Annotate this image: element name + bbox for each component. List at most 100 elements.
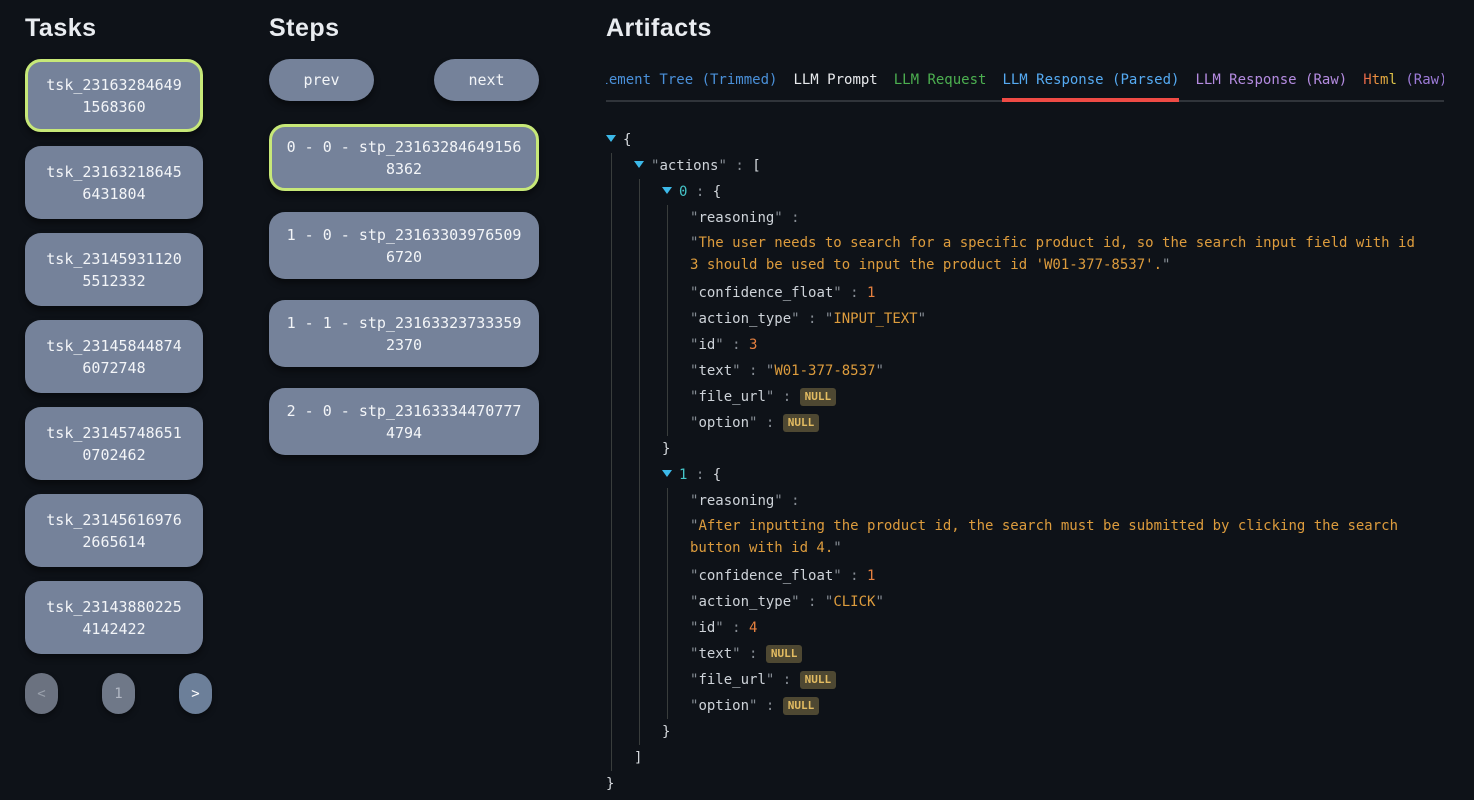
colon: : [774, 389, 799, 405]
step-nav: prev next [269, 59, 539, 101]
json-key: reasoning [698, 210, 774, 226]
task-button[interactable]: tsk_231459311205512332 [25, 233, 203, 306]
task-button[interactable]: tsk_231457486510702462 [25, 407, 203, 480]
colon: : [800, 594, 825, 610]
quote: " [791, 311, 799, 327]
json-string-value: "After inputting the product id, the sea… [690, 514, 1425, 563]
tasks-pagination: < 1 > [25, 673, 212, 714]
colon: : [757, 415, 782, 431]
json-key: text [698, 363, 732, 379]
collapse-arrow-icon[interactable] [606, 130, 623, 151]
json-children: "reasoning" :"After inputting the produc… [667, 488, 1444, 719]
tab-llm-prompt[interactable]: LLM Prompt [793, 68, 877, 102]
task-button[interactable]: tsk_231632186456431804 [25, 146, 203, 219]
quote: " [1162, 257, 1170, 273]
json-key: action_type [698, 311, 791, 327]
artifact-tabs-clip: Element Tree (Trimmed) LLM Prompt LLM Requ… [606, 68, 1444, 102]
quote: " [833, 540, 841, 556]
steps-next-button[interactable]: next [434, 59, 539, 101]
json-row: "text" : "W01-377-8537" [690, 358, 1444, 384]
colon: : [724, 620, 749, 636]
step-button[interactable]: 1 - 0 - stp_231633039765096720 [269, 212, 539, 279]
collapse-arrow-icon[interactable] [634, 156, 651, 177]
null-badge: NULL [766, 645, 803, 663]
json-row: "text" : NULL [690, 641, 1444, 667]
json-tree-viewer: {"actions" : [0 : {"reasoning" :"The use… [606, 127, 1444, 797]
quote: " [875, 363, 883, 379]
colon: : [741, 363, 766, 379]
task-button[interactable]: tsk_231456169762665614 [25, 494, 203, 567]
tab-html-raw[interactable]: Html (Raw) [1363, 68, 1444, 102]
json-row: } [662, 436, 1444, 462]
json-key: text [698, 646, 732, 662]
json-key: confidence_float [698, 568, 833, 584]
json-row: "confidence_float" : 1 [690, 280, 1444, 306]
json-key: actions [659, 158, 718, 174]
json-key: option [698, 698, 749, 714]
json-key: reasoning [698, 493, 774, 509]
artifact-tabs: Element Tree (Trimmed) LLM Prompt LLM Requ… [606, 68, 1444, 102]
quote: " [732, 646, 740, 662]
tab-llm-response-raw[interactable]: LLM Response (Raw) [1195, 68, 1347, 102]
task-button[interactable]: tsk_231458448746072748 [25, 320, 203, 393]
quote: " [774, 493, 782, 509]
tab-llm-request[interactable]: LLM Request [894, 68, 987, 102]
open-bracket: { [623, 132, 631, 148]
colon: : [800, 311, 825, 327]
json-row: "action_type" : "INPUT_TEXT" [690, 306, 1444, 332]
number-value: 1 [867, 568, 875, 584]
close-bracket: ] [634, 750, 642, 766]
steps-prev-button[interactable]: prev [269, 59, 374, 101]
colon: : [687, 184, 712, 200]
step-button[interactable]: 0 - 0 - stp_231632846491568362 [269, 124, 539, 191]
collapse-arrow-icon[interactable] [662, 182, 679, 203]
number-value: 4 [749, 620, 757, 636]
json-row: "action_type" : "CLICK" [690, 589, 1444, 615]
colon: : [724, 337, 749, 353]
json-key: confidence_float [698, 285, 833, 301]
string-value: CLICK [833, 594, 875, 610]
close-bracket: } [662, 724, 670, 740]
open-bracket: { [713, 184, 721, 200]
tab-element-tree-trimmed[interactable]: Element Tree (Trimmed) [606, 68, 777, 102]
pagination-next-button[interactable]: > [179, 673, 212, 714]
json-row: 0 : { [662, 179, 1444, 205]
null-badge: NULL [800, 671, 837, 689]
json-key: id [698, 620, 715, 636]
quote: " [715, 620, 723, 636]
tab-label-gradient: Html [1363, 72, 1397, 88]
string-value: INPUT_TEXT [833, 311, 917, 327]
pagination-prev-button[interactable]: < [25, 673, 58, 714]
quote: " [732, 363, 740, 379]
json-string-value: "The user needs to search for a specific… [690, 231, 1425, 280]
task-list: tsk_231632846491568360 tsk_23163218645643… [25, 59, 203, 654]
json-row: ] [634, 745, 1444, 771]
json-children: 0 : {"reasoning" :"The user needs to sea… [639, 179, 1444, 745]
pagination-page-button[interactable]: 1 [102, 673, 135, 714]
quote: " [715, 337, 723, 353]
colon: : [842, 568, 867, 584]
json-children: "actions" : [0 : {"reasoning" :"The user… [611, 153, 1444, 771]
quote: " [774, 210, 782, 226]
task-button[interactable]: tsk_231438802254142422 [25, 581, 203, 654]
step-button[interactable]: 1 - 1 - stp_231633237333592370 [269, 300, 539, 367]
json-row: } [662, 719, 1444, 745]
artifacts-title: Artifacts [606, 13, 1444, 43]
quote: " [918, 311, 926, 327]
json-row: } [606, 771, 1444, 797]
artifacts-panel: Artifacts Element Tree (Trimmed) LLM Prom… [606, 0, 1474, 800]
json-row: "id" : 3 [690, 332, 1444, 358]
json-row: 1 : { [662, 462, 1444, 488]
step-button[interactable]: 2 - 0 - stp_231633344707774794 [269, 388, 539, 455]
json-key: id [698, 337, 715, 353]
null-badge: NULL [783, 414, 820, 432]
colon: : [757, 698, 782, 714]
json-row: "option" : NULL [690, 693, 1444, 719]
json-row: "id" : 4 [690, 615, 1444, 641]
open-bracket: { [713, 467, 721, 483]
quote: " [718, 158, 726, 174]
json-row: "reasoning" : [690, 205, 1444, 231]
tab-llm-response-parsed[interactable]: LLM Response (Parsed) [1002, 68, 1179, 102]
collapse-arrow-icon[interactable] [662, 465, 679, 486]
task-button[interactable]: tsk_231632846491568360 [25, 59, 203, 132]
